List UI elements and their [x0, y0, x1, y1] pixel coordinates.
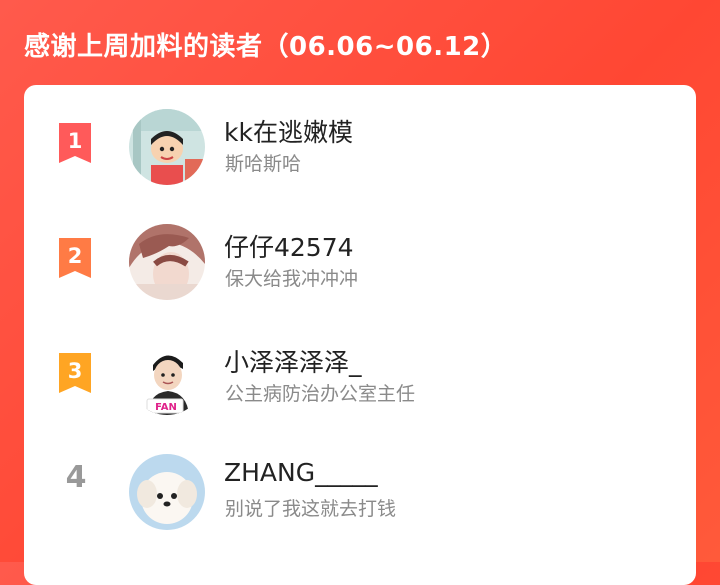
reader-message: 斯哈斯哈	[225, 153, 302, 175]
cartoon-boy-avatar-icon	[129, 109, 205, 185]
rank-1-flag-icon: 1	[55, 123, 95, 167]
rank-number: 3	[68, 359, 83, 383]
list-item[interactable]: 4 ZHANG_____ 别说了我这就去打钱	[24, 430, 696, 530]
avatar[interactable]	[129, 109, 205, 185]
reader-message: 公主病防治办公室主任	[225, 383, 416, 405]
avatar[interactable]	[129, 224, 205, 300]
white-puppy-avatar-icon	[129, 454, 205, 530]
list-item[interactable]: 1 kk在逃嫩模 斯哈斯哈	[24, 85, 696, 185]
svg-text:FAN: FAN	[155, 402, 177, 413]
reader-message: 保大给我冲冲冲	[225, 268, 359, 290]
readers-list-card: 1 kk在逃嫩模 斯哈斯哈 2 仔仔42574 保大给我冲冲冲 3 FAN 小泽…	[24, 85, 696, 585]
reader-name: 小泽泽泽泽_	[224, 348, 362, 377]
list-item[interactable]: 2 仔仔42574 保大给我冲冲冲	[24, 200, 696, 300]
reader-name: kk在逃嫩模	[224, 118, 353, 147]
reader-name: ZHANG_____	[224, 458, 378, 487]
reader-message: 别说了我这就去打钱	[225, 498, 397, 520]
page-title: 感谢上周加料的读者（06.06~06.12）	[24, 32, 508, 62]
rank-number: 4	[65, 460, 87, 495]
3d-boy-avatar-icon: FAN	[129, 339, 205, 415]
rank-3-flag-icon: 3	[55, 353, 95, 397]
rank-number: 2	[68, 244, 83, 268]
rank-number: 1	[68, 129, 83, 153]
avatar[interactable]	[129, 454, 205, 530]
anime-boy-avatar-icon	[129, 224, 205, 300]
list-item[interactable]: 3 FAN 小泽泽泽泽_ 公主病防治办公室主任	[24, 315, 696, 415]
reader-name: 仔仔42574	[224, 233, 354, 262]
avatar[interactable]: FAN	[129, 339, 205, 415]
rank-2-flag-icon: 2	[55, 238, 95, 282]
